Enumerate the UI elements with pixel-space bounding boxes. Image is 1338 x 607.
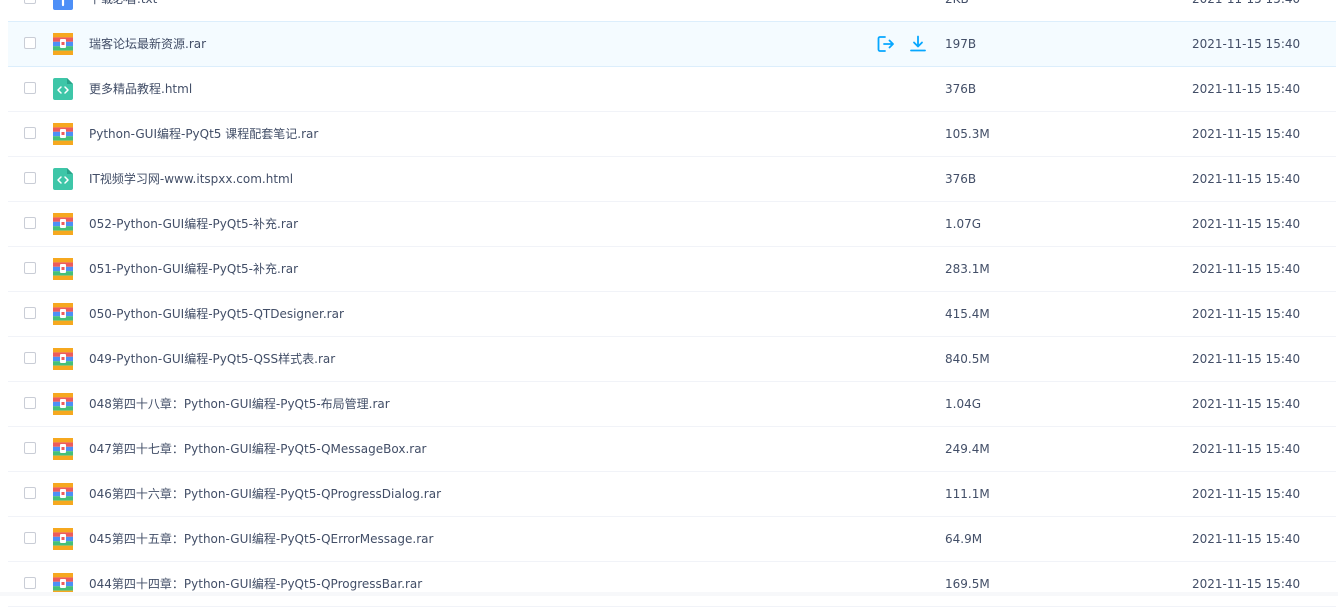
file-modified-date: 2021-11-15 15:40 [1192, 352, 1301, 366]
row-checkbox[interactable] [24, 442, 36, 454]
file-size: 415.4M [945, 307, 990, 321]
file-modified-date: 2021-11-15 15:40 [1192, 442, 1301, 456]
row-checkbox[interactable] [24, 172, 36, 184]
file-row[interactable]: 048第四十八章：Python-GUI编程-PyQt5-布局管理.rar 1.04… [8, 382, 1336, 427]
row-actions [876, 34, 928, 54]
row-checkbox[interactable] [24, 487, 36, 499]
archive-file-icon [53, 123, 73, 145]
file-row[interactable]: 052-Python-GUI编程-PyQt5-补充.rar 1.07G 2021-1… [8, 202, 1336, 247]
file-row[interactable]: 瑞客论坛最新资源.rar 197B 2021-11-15 15:40 [8, 21, 1336, 67]
row-checkbox[interactable] [24, 397, 36, 409]
download-icon[interactable] [908, 34, 928, 54]
file-modified-date: 2021-11-15 15:40 [1192, 37, 1301, 51]
file-modified-date: 2021-11-15 15:40 [1192, 262, 1301, 276]
file-row[interactable]: Python-GUI编程-PyQt5 课程配套笔记.rar 105.3M 2021-… [8, 112, 1336, 157]
html-file-icon [53, 78, 73, 100]
file-row[interactable]: 045第四十五章：Python-GUI编程-PyQt5-QErrorMessag… [8, 517, 1336, 562]
row-checkbox[interactable] [24, 217, 36, 229]
file-size: 111.1M [945, 487, 990, 501]
file-row[interactable]: 050-Python-GUI编程-PyQt5-QTDesigner.rar 415… [8, 292, 1336, 337]
file-size: 249.4M [945, 442, 990, 456]
archive-file-icon [53, 393, 73, 415]
file-modified-date: 2021-11-15 15:40 [1192, 397, 1301, 411]
file-size: 64.9M [945, 532, 983, 546]
row-checkbox[interactable] [24, 307, 36, 319]
file-modified-date: 2021-11-15 15:40 [1192, 172, 1301, 186]
file-modified-date: 2021-11-15 15:40 [1192, 307, 1301, 321]
row-checkbox[interactable] [24, 577, 36, 589]
file-size: 376B [945, 172, 977, 186]
file-row[interactable]: 更多精品教程.html 376B 2021-11-15 15:40 [8, 67, 1336, 112]
file-row[interactable]: 044第四十四章：Python-GUI编程-PyQt5-QProgressBar… [8, 562, 1336, 607]
file-size: 840.5M [945, 352, 990, 366]
file-size: 283.1M [945, 262, 990, 276]
file-list: 下载必看.txt 2KB 2021-11-15 15:40 瑞客论坛最新资源.rar 1… [0, 0, 1338, 607]
file-modified-date: 2021-11-15 15:40 [1192, 487, 1301, 501]
file-name[interactable]: Python-GUI编程-PyQt5 课程配套笔记.rar [89, 126, 318, 142]
file-name[interactable]: 045第四十五章：Python-GUI编程-PyQt5-QErrorMessag… [89, 531, 433, 547]
archive-file-icon [53, 303, 73, 325]
row-checkbox[interactable] [24, 0, 36, 4]
file-name[interactable]: 046第四十六章：Python-GUI编程-PyQt5-QProgressDia… [89, 486, 441, 502]
file-name[interactable]: 下载必看.txt [89, 0, 157, 7]
file-row[interactable]: IT视频学习网-www.itspxx.com.html 376B 2021-11-1… [8, 157, 1336, 202]
file-name[interactable]: 047第四十七章：Python-GUI编程-PyQt5-QMessageBox.… [89, 441, 427, 457]
file-name[interactable]: 更多精品教程.html [89, 81, 192, 97]
file-row[interactable]: 047第四十七章：Python-GUI编程-PyQt5-QMessageBox.… [8, 427, 1336, 472]
row-checkbox[interactable] [24, 262, 36, 274]
archive-file-icon [53, 528, 73, 550]
file-name[interactable]: 050-Python-GUI编程-PyQt5-QTDesigner.rar [89, 306, 344, 322]
file-row[interactable]: 051-Python-GUI编程-PyQt5-补充.rar 283.1M 2021-… [8, 247, 1336, 292]
file-row[interactable]: 下载必看.txt 2KB 2021-11-15 15:40 [8, 0, 1336, 22]
archive-file-icon [53, 348, 73, 370]
share-out-icon[interactable] [876, 34, 896, 54]
file-size: 376B [945, 82, 977, 96]
text-file-icon [53, 0, 73, 10]
file-modified-date: 2021-11-15 15:40 [1192, 0, 1300, 7]
file-size: 169.5M [945, 577, 990, 591]
file-modified-date: 2021-11-15 15:40 [1192, 532, 1301, 546]
file-name[interactable]: 049-Python-GUI编程-PyQt5-QSS样式表.rar [89, 351, 335, 367]
file-size: 1.07G [945, 217, 982, 231]
file-name[interactable]: 瑞客论坛最新资源.rar [89, 36, 206, 52]
file-row[interactable]: 046第四十六章：Python-GUI编程-PyQt5-QProgressDia… [8, 472, 1336, 517]
file-name[interactable]: 052-Python-GUI编程-PyQt5-补充.rar [89, 216, 298, 232]
file-size: 2KB [945, 0, 969, 7]
archive-file-icon [53, 483, 73, 505]
row-checkbox[interactable] [24, 82, 36, 94]
row-checkbox[interactable] [24, 127, 36, 139]
row-checkbox[interactable] [24, 352, 36, 364]
file-size: 105.3M [945, 127, 990, 141]
row-checkbox[interactable] [24, 532, 36, 544]
archive-file-icon [53, 33, 73, 55]
archive-file-icon [53, 438, 73, 460]
archive-file-icon [53, 213, 73, 235]
file-row[interactable]: 049-Python-GUI编程-PyQt5-QSS样式表.rar 840.5M 2… [8, 337, 1336, 382]
file-modified-date: 2021-11-15 15:40 [1192, 577, 1301, 591]
file-modified-date: 2021-11-15 15:40 [1192, 82, 1301, 96]
file-name[interactable]: 051-Python-GUI编程-PyQt5-补充.rar [89, 261, 298, 277]
file-size: 197B [945, 37, 977, 51]
file-name[interactable]: 048第四十八章：Python-GUI编程-PyQt5-布局管理.rar [89, 396, 390, 412]
bottom-strip [0, 592, 1338, 596]
html-file-icon [53, 168, 73, 190]
row-checkbox[interactable] [24, 37, 36, 49]
file-name[interactable]: 044第四十四章：Python-GUI编程-PyQt5-QProgressBar… [89, 576, 422, 592]
archive-file-icon [53, 258, 73, 280]
file-modified-date: 2021-11-15 15:40 [1192, 217, 1301, 231]
file-size: 1.04G [945, 397, 982, 411]
file-name[interactable]: IT视频学习网-www.itspxx.com.html [89, 171, 293, 187]
file-modified-date: 2021-11-15 15:40 [1192, 127, 1301, 141]
